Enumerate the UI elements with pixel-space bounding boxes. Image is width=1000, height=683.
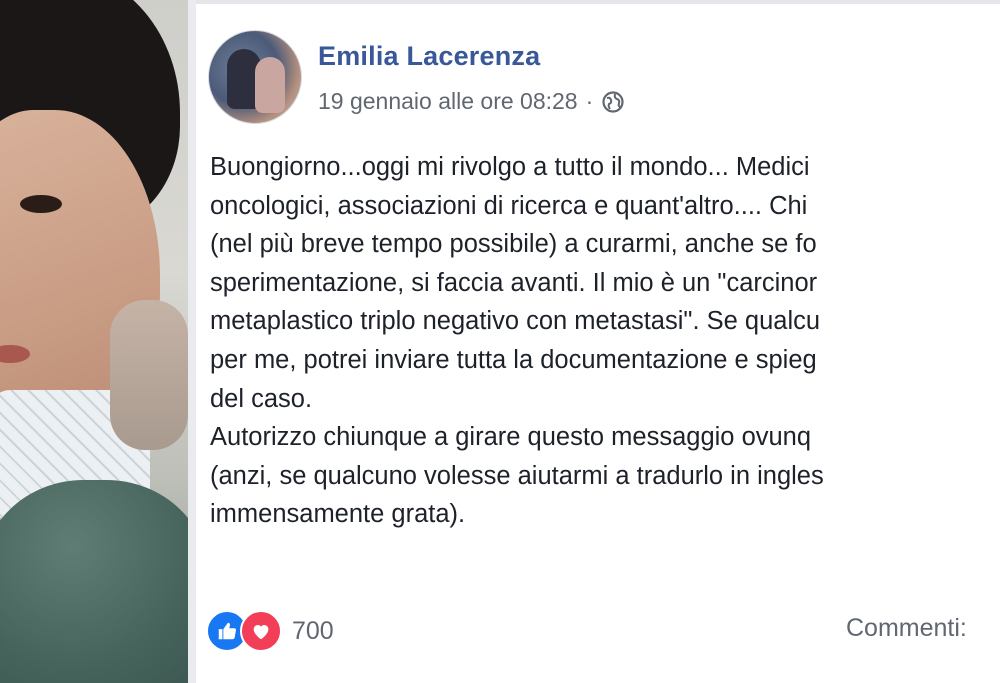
comments-link[interactable]: Commenti: [846, 614, 967, 643]
photo-eye [20, 195, 62, 213]
love-icon[interactable] [240, 610, 282, 652]
post-text-line: Autorizzo chiunque a girare questo messa… [210, 423, 812, 452]
profile-photo [0, 0, 188, 683]
post-card: Emilia Lacerenza 19 gennaio alle ore 08:… [196, 0, 1000, 683]
post-text-line: Buongiorno...oggi mi rivolgo a tutto il … [210, 153, 810, 181]
post-text: Buongiorno...oggi mi rivolgo a tutto il … [210, 148, 1000, 534]
post-text-line: (anzi, se qualcuno volesse aiutarmi a tr… [210, 461, 824, 490]
photo-hand [110, 300, 188, 450]
card-top-border [196, 0, 1000, 4]
author-avatar[interactable] [208, 30, 302, 124]
post-meta: 19 gennaio alle ore 08:28 · [318, 88, 625, 115]
post-timestamp[interactable]: 19 gennaio alle ore 08:28 [318, 88, 578, 115]
post-text-line: del caso. [210, 384, 313, 413]
author-name[interactable]: Emilia Lacerenza [318, 41, 540, 72]
meta-separator: · [585, 88, 594, 114]
post-text-line: sperimentazione, si faccia avanti. Il mi… [210, 268, 818, 297]
post-text-line: immensamente grata). [210, 500, 466, 529]
post-text-line: (nel più breve tempo possibile) a curarm… [210, 230, 817, 259]
panel-divider [188, 0, 196, 683]
avatar-person-2 [255, 57, 285, 113]
photo-sweater [0, 480, 188, 683]
reaction-count[interactable]: 700 [292, 617, 334, 646]
post-text-line: metaplastico triplo negativo con metasta… [210, 307, 821, 336]
post-text-line: oncologici, associazioni di ricerca e qu… [210, 191, 808, 220]
post-text-line: per me, potrei inviare tutta la document… [210, 345, 817, 374]
globe-icon[interactable] [601, 90, 625, 114]
reactions-bar[interactable]: 700 [206, 610, 334, 652]
